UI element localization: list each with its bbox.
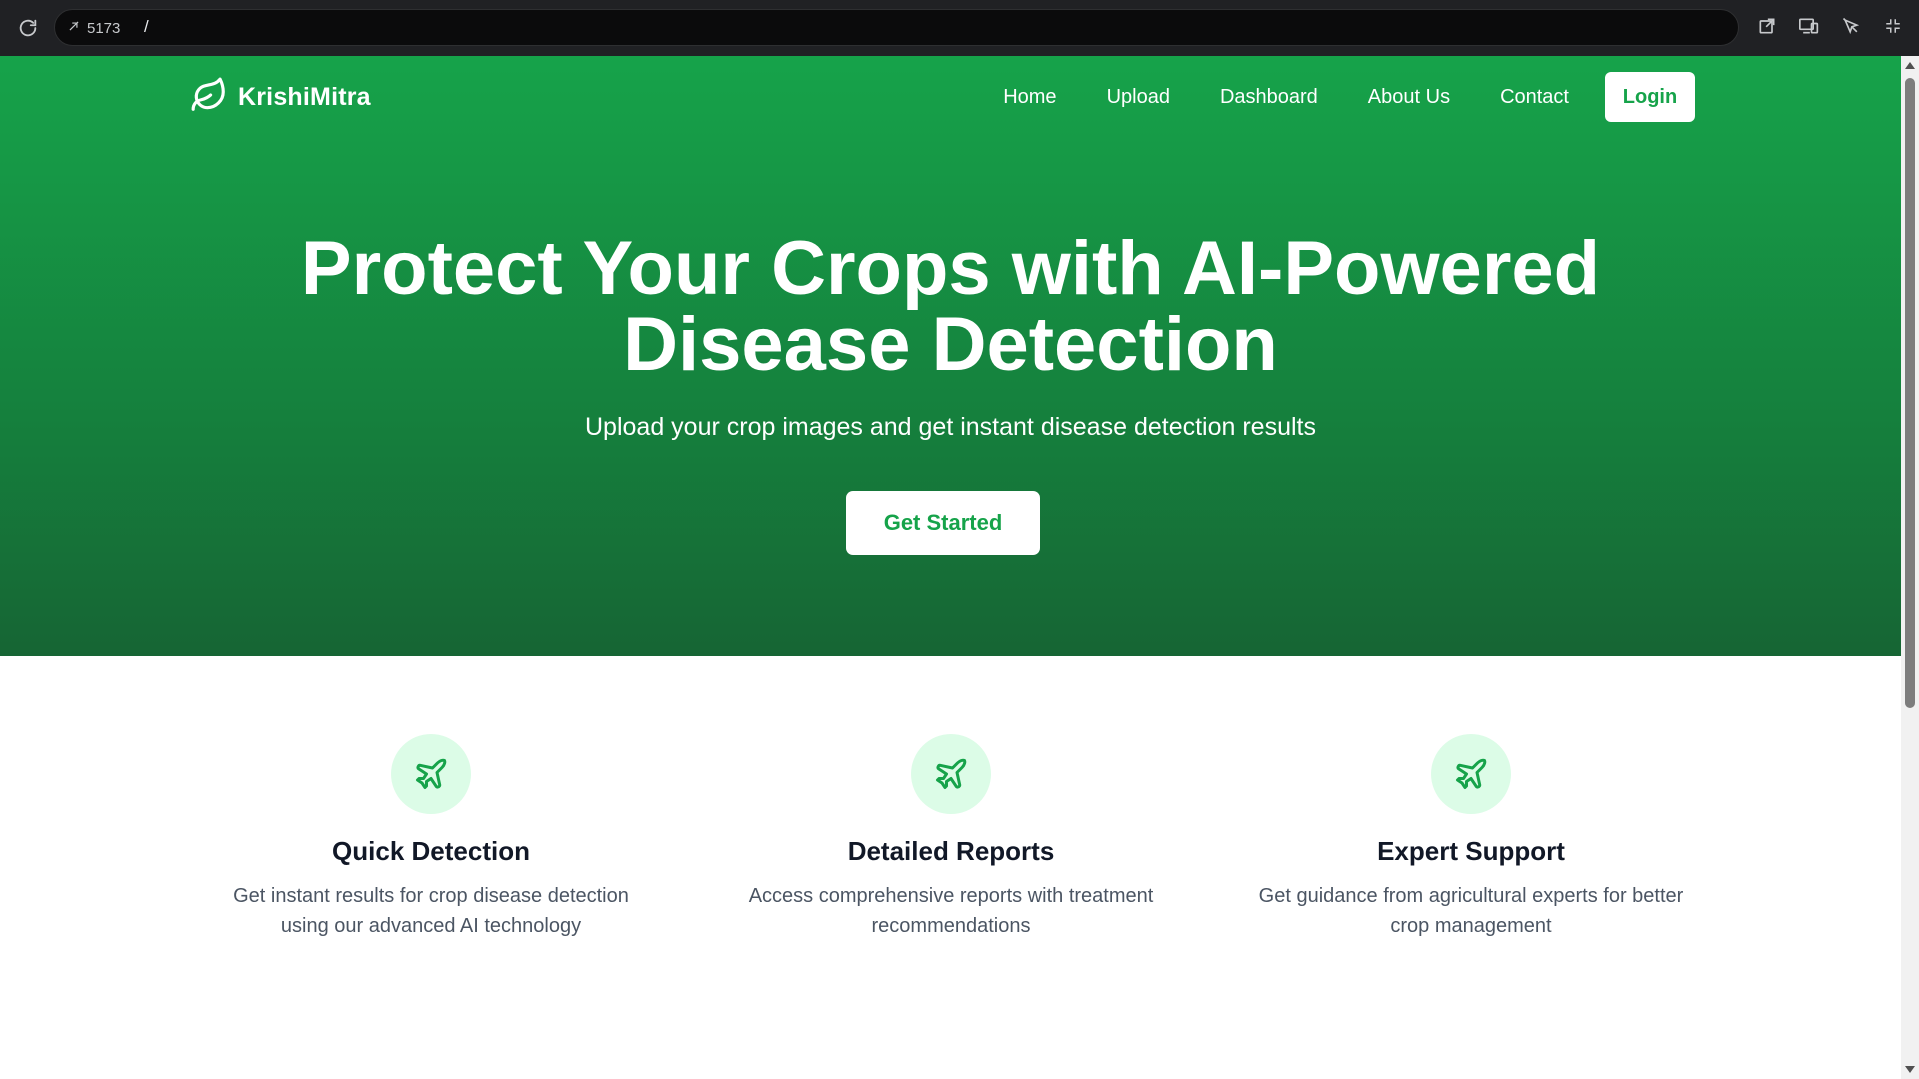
brand[interactable]: KrishiMitra [190,76,371,119]
feature-description: Get guidance from agricultural experts f… [1258,885,1684,937]
plane-icon [1431,734,1511,814]
feature-description: Access comprehensive reports with treatm… [748,885,1154,937]
brand-name: KrishiMitra [238,83,371,111]
navbar: KrishiMitra Home Upload Dashboard About … [0,56,1901,136]
site-info-chip[interactable]: 5173 [67,16,120,40]
feature-description: Get instant results for crop disease det… [233,885,629,937]
nav-link-contact[interactable]: Contact [1500,86,1569,109]
feature-card-detailed-reports: Detailed Reports Access comprehensive re… [691,734,1211,941]
feature-title: Quick Detection [332,836,530,866]
url-path: / [144,17,149,36]
scrollbar-thumb[interactable] [1905,78,1915,708]
feature-card-expert-support: Expert Support Get guidance from agricul… [1211,734,1731,941]
port-number: 5173 [87,19,121,37]
open-external-icon[interactable] [1753,12,1781,40]
plane-icon [391,734,471,814]
leaf-icon [190,76,228,119]
page-viewport: KrishiMitra Home Upload Dashboard About … [0,56,1901,1079]
browser-toolbar: 5173 / [0,0,1919,56]
devices-icon[interactable] [1795,12,1823,40]
collapse-icon[interactable] [1879,12,1907,40]
hero-title-line-2: Disease Detection [623,302,1278,387]
nav-links: Home Upload Dashboard About Us Contact L… [1003,72,1695,122]
page-scrollbar[interactable] [1901,56,1919,1079]
nav-link-upload[interactable]: Upload [1107,86,1170,109]
hero-title-line-1: Protect Your Crops with AI-Powered [300,226,1601,311]
scroll-up-arrow-icon[interactable] [1905,62,1915,69]
hero-title: Protect Your Crops with AI-Powered Disea… [0,231,1901,383]
login-button[interactable]: Login [1605,72,1695,122]
feature-title: Detailed Reports [847,836,1055,866]
scroll-down-arrow-icon[interactable] [1905,1066,1915,1073]
reload-icon[interactable] [14,14,42,42]
get-started-button[interactable]: Get Started [846,491,1040,555]
nav-link-home[interactable]: Home [1003,86,1056,109]
inspect-icon[interactable] [1837,12,1865,40]
feature-card-quick-detection: Quick Detection Get instant results for … [171,734,691,941]
features-section: Quick Detection Get instant results for … [0,656,1901,1079]
port-icon [67,19,81,37]
feature-title: Expert Support [1377,836,1565,866]
nav-link-dashboard[interactable]: Dashboard [1220,86,1318,109]
hero-section: KrishiMitra Home Upload Dashboard About … [0,56,1901,656]
nav-link-about[interactable]: About Us [1368,86,1450,109]
address-bar[interactable]: 5173 / [54,9,1739,46]
plane-icon [911,734,991,814]
hero-subtitle: Upload your crop images and get instant … [585,413,1316,441]
